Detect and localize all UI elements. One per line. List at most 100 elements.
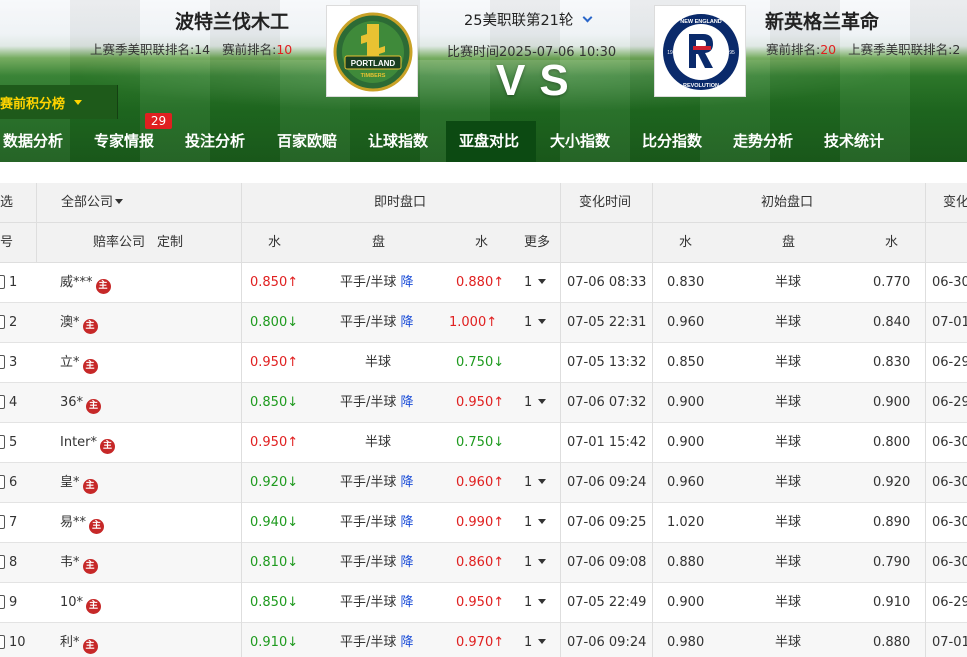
table-row[interactable]: 7 易** 主 0.940↓ 平手/半球 降 0.990↑ 1 07-06 09:25 1.02… (0, 503, 967, 543)
nav-tab-betting-analysis[interactable]: 投注分析 (185, 121, 245, 162)
more-dropdown[interactable]: 1 (524, 263, 547, 303)
more-dropdown[interactable]: 1 (524, 583, 547, 623)
change-time: 07-06 09:24 (567, 475, 647, 490)
table-row[interactable]: 5 Inter* 主 0.950↑ 半球 0.750↓ 07-01 15:42 0.900 半球… (0, 423, 967, 463)
nav-tab-score-index[interactable]: 比分指数 (642, 121, 702, 162)
more-dropdown[interactable]: 1 (524, 543, 547, 583)
away-team-name[interactable]: 新英格兰革命 (765, 7, 879, 34)
initial-water-1: 0.960 (667, 315, 705, 330)
company-name[interactable]: 利* 主 (60, 623, 98, 657)
row-checkbox[interactable] (0, 595, 5, 609)
row-checkbox[interactable] (0, 635, 5, 649)
more-dropdown[interactable]: 1 (524, 303, 547, 343)
change-time: 07-05 13:32 (567, 355, 647, 370)
company-name[interactable]: 皇* 主 (60, 463, 98, 503)
initial-change-time: 07-01 (932, 315, 967, 330)
caret-down-icon (74, 100, 82, 105)
live-water-2: 0.750↓ (456, 435, 505, 450)
company-name[interactable]: 韦* 主 (60, 543, 98, 583)
header-water-2: 水 (475, 235, 489, 250)
row-number: 6 (9, 475, 18, 490)
more-dropdown[interactable]: 1 (524, 383, 547, 423)
home-pre-rank-value: 10 (276, 42, 293, 57)
standings-tab[interactable]: 赛前积分榜 (0, 85, 118, 119)
match-round-title[interactable]: 25美职联第21轮 (464, 9, 593, 30)
company-name-text: 澳* (60, 315, 80, 330)
nav-tab-over-under[interactable]: 大小指数 (550, 121, 610, 162)
company-filter-dropdown[interactable]: 全部公司 (61, 183, 124, 223)
initial-water-2: 0.890 (873, 515, 911, 530)
chevron-down-icon[interactable] (582, 12, 593, 23)
company-name[interactable]: 10* 主 (60, 583, 102, 623)
company-name[interactable]: Inter* 主 (60, 423, 116, 463)
live-water-1: 0.850↑ (250, 275, 299, 290)
main-company-badge: 主 (95, 279, 111, 294)
live-line: 平手/半球 降 (340, 395, 414, 410)
nav-tab-tech-stats[interactable]: 技术统计 (824, 121, 884, 162)
more-dropdown[interactable]: 1 (524, 623, 547, 657)
table-row[interactable]: 4 36* 主 0.850↓ 平手/半球 降 0.950↑ 1 07-06 07:32 0.90… (0, 383, 967, 423)
company-filter-label: 全部公司 (61, 195, 114, 210)
table-row[interactable]: 2 澳* 主 0.800↓ 平手/半球 降 1.000↑ 1 07-05 22:31 0.960… (0, 303, 967, 343)
match-header: 波特兰伐木工 上赛季美职联排名:14 赛前排名:10 PORTLAND TIMB… (0, 0, 967, 162)
company-name[interactable]: 澳* 主 (60, 303, 98, 343)
table-row[interactable]: 10 利* 主 0.910↓ 平手/半球 降 0.970↑ 1 07-06 09:24 0.98… (0, 623, 967, 657)
row-checkbox[interactable] (0, 435, 5, 449)
live-water-1: 0.910↓ (250, 635, 299, 650)
live-line: 半球 (365, 435, 392, 450)
initial-water-1: 0.960 (667, 475, 705, 490)
row-checkbox[interactable] (0, 315, 5, 329)
initial-line: 半球 (775, 395, 802, 410)
row-checkbox[interactable] (0, 515, 5, 529)
nav-tab-european-odds[interactable]: 百家欧赔 (277, 121, 337, 162)
nav-tab-handicap-index[interactable]: 让球指数 (368, 121, 428, 162)
home-team-ranks: 上赛季美职联排名:14 赛前排名:10 (90, 39, 292, 58)
away-logo-year-right: 95 (729, 50, 735, 56)
initial-water-2: 0.920 (873, 475, 911, 490)
row-checkbox[interactable] (0, 395, 5, 409)
initial-water-2: 0.840 (873, 315, 911, 330)
live-water-1: 0.850↓ (250, 395, 299, 410)
caret-down-icon (538, 559, 547, 564)
initial-water-2: 0.800 (873, 435, 911, 450)
nav-tab-trend-analysis[interactable]: 走势分析 (733, 121, 793, 162)
line-down-label: 降 (400, 275, 414, 290)
caret-down-icon (538, 519, 547, 524)
live-water-1: 0.940↓ (250, 515, 299, 530)
more-dropdown[interactable]: 1 (524, 503, 547, 543)
live-line: 平手/半球 降 (340, 475, 414, 490)
company-name[interactable]: 立* 主 (60, 343, 98, 383)
company-name[interactable]: 威*** 主 (60, 263, 111, 303)
home-logo-text: PORTLAND (351, 59, 396, 68)
table-row[interactable]: 6 皇* 主 0.920↓ 平手/半球 降 0.960↑ 1 07-06 09:24 0.960… (0, 463, 967, 503)
row-checkbox[interactable] (0, 475, 5, 489)
company-name[interactable]: 易** 主 (60, 503, 105, 543)
new-england-revolution-crest-icon: NEW ENGLAND REVOLUTION 19 95 (663, 14, 739, 90)
table-header-row-2: 号 赔率公司 定制 水 盘 水 更多 水 盘 水 (0, 223, 967, 263)
nav-tab-data-analysis[interactable]: 数据分析 (3, 121, 63, 162)
table-row[interactable]: 1 威*** 主 0.850↑ 平手/半球 降 0.880↑ 1 07-06 08:33 0.8… (0, 263, 967, 303)
main-company-badge: 主 (100, 439, 116, 454)
row-checkbox[interactable] (0, 555, 5, 569)
table-row[interactable]: 8 韦* 主 0.810↓ 平手/半球 降 0.860↑ 1 07-06 09:08 0.880… (0, 543, 967, 583)
initial-water-2: 0.790 (873, 555, 911, 570)
home-team-logo[interactable]: PORTLAND TIMBERS (326, 5, 418, 97)
table-row[interactable]: 9 10* 主 0.850↓ 平手/半球 降 0.950↑ 1 07-05 22:49 0.90… (0, 583, 967, 623)
home-team-name[interactable]: 波特兰伐木工 (175, 7, 289, 34)
away-team-logo[interactable]: NEW ENGLAND REVOLUTION 19 95 (654, 5, 746, 97)
initial-change-time: 06-29 (932, 395, 967, 410)
table-row[interactable]: 3 立* 主 0.950↑ 半球 0.750↓ 07-05 13:32 0.850 半球 0.83… (0, 343, 967, 383)
match-round-label: 25美职联第21轮 (464, 13, 574, 29)
change-time: 07-01 15:42 (567, 435, 647, 450)
nav-tab-asian-handicap[interactable]: 亚盘对比 (446, 121, 536, 162)
row-checkbox[interactable] (0, 355, 5, 369)
custom-link[interactable]: 定制 (157, 223, 183, 263)
expert-info-count-badge: 29 (145, 113, 172, 129)
row-number: 5 (9, 435, 18, 450)
main-company-badge: 主 (82, 639, 98, 654)
company-name[interactable]: 36* 主 (60, 383, 102, 423)
more-dropdown[interactable]: 1 (524, 463, 547, 503)
row-checkbox[interactable] (0, 275, 5, 289)
row-number: 10 (9, 635, 26, 650)
live-line: 平手/半球 降 (340, 515, 414, 530)
